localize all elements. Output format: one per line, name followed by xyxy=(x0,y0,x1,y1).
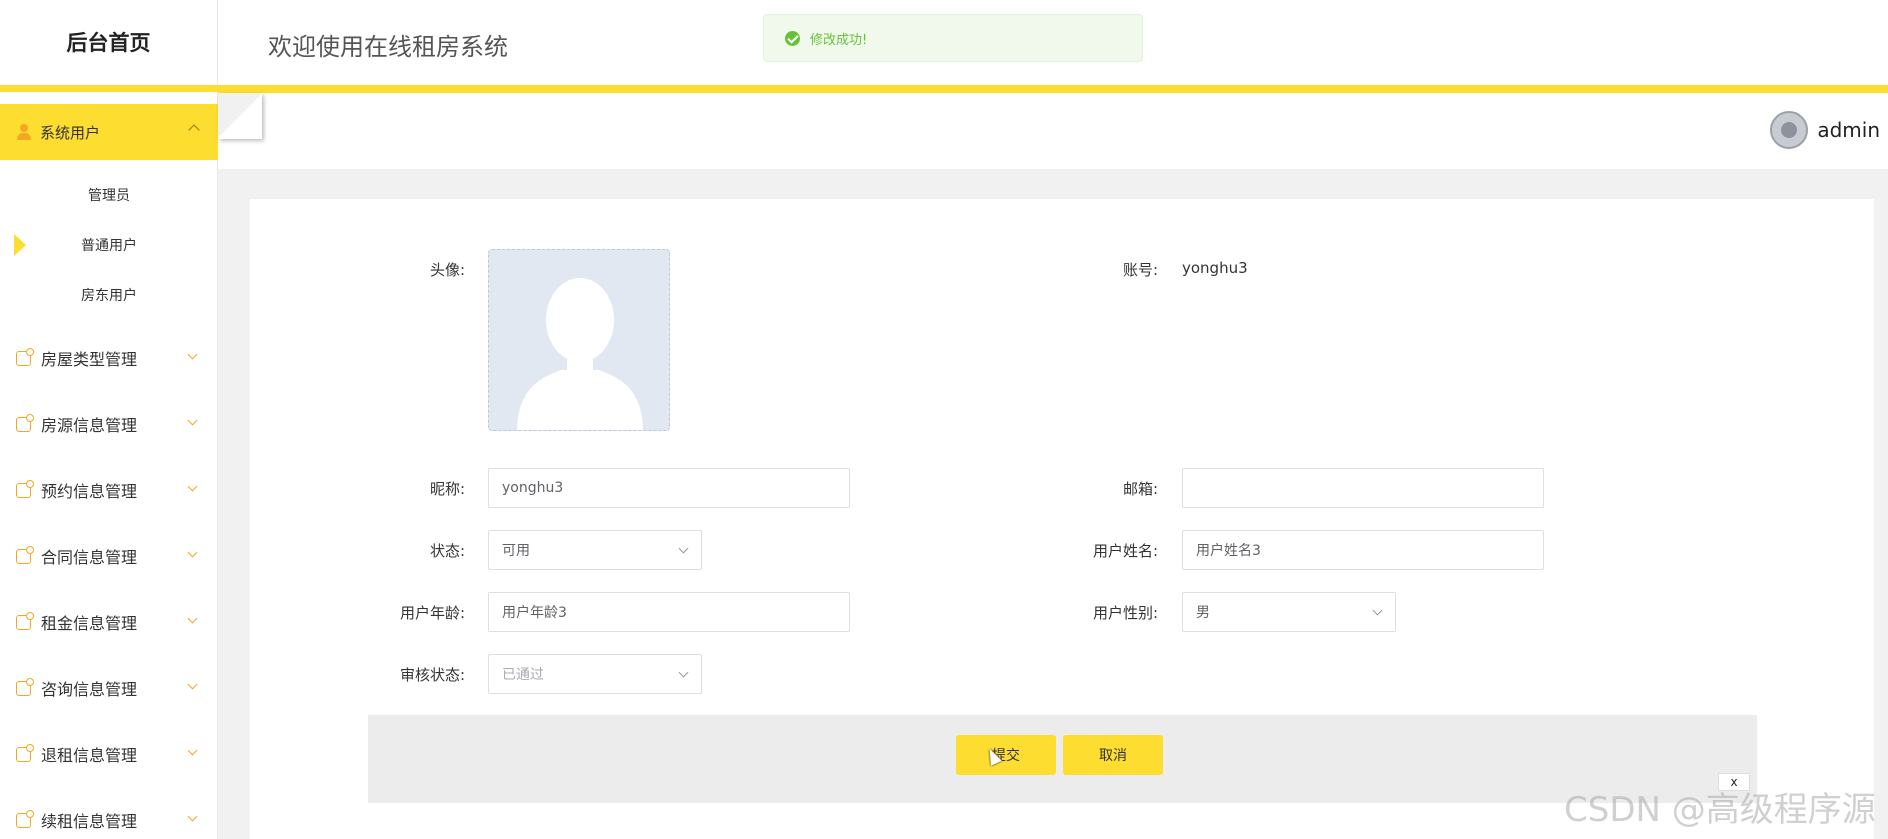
sidebar-item-label: 合同信息管理 xyxy=(41,548,138,567)
submenu-item-landlord[interactable]: 房东用户 xyxy=(0,275,218,315)
chevron-down-icon xyxy=(187,745,198,756)
sidebar-item-house-type[interactable]: 房屋类型管理 xyxy=(0,333,218,383)
menu-group-system-users[interactable]: 系统用户 xyxy=(0,104,218,160)
sidebar-item-label: 房屋类型管理 xyxy=(41,350,138,369)
chevron-up-icon xyxy=(188,124,200,136)
sidebar-item-label: 续租信息管理 xyxy=(41,812,138,831)
toast-message: 修改成功! xyxy=(810,32,868,48)
page-title: 欢迎使用在线租房系统 xyxy=(268,33,508,61)
chevron-down-icon xyxy=(187,349,198,360)
watermark: CSDN @高级程序源 xyxy=(1564,790,1876,830)
document-icon xyxy=(16,743,34,762)
sidebar-item-checkout[interactable]: 退租信息管理 xyxy=(0,729,218,779)
account-label: 账号: xyxy=(1122,261,1158,279)
sidebar: 后台首页 系统用户 管理员 普通用户 房东用户 房屋类型管理 房源信息管理 预约… xyxy=(0,0,218,839)
document-icon xyxy=(16,677,34,696)
document-icon xyxy=(16,809,34,828)
menu-group-label: 系统用户 xyxy=(40,123,101,142)
document-icon xyxy=(16,413,34,432)
realname-input[interactable]: 用户姓名3 xyxy=(1182,530,1544,570)
review-value: 已通过 xyxy=(502,667,544,683)
email-label: 邮箱: xyxy=(1122,480,1158,498)
admin-page: 后台首页 系统用户 管理员 普通用户 房东用户 房屋类型管理 房源信息管理 预约… xyxy=(0,0,1888,839)
user-icon xyxy=(16,124,32,140)
sub-header: admin xyxy=(218,93,1888,169)
document-icon xyxy=(16,479,34,498)
sidebar-item-label: 退租信息管理 xyxy=(41,746,138,765)
user-menu[interactable]: admin xyxy=(1770,111,1880,149)
document-icon xyxy=(16,347,34,366)
age-value: 用户年龄3 xyxy=(502,605,567,621)
avatar xyxy=(1770,111,1809,149)
chevron-down-icon xyxy=(187,547,198,558)
avatar-placeholder-icon xyxy=(517,278,643,430)
status-value: 可用 xyxy=(502,543,530,559)
sidebar-item-label: 预约信息管理 xyxy=(41,482,138,501)
email-field[interactable] xyxy=(1182,468,1544,508)
chevron-down-icon xyxy=(187,481,198,492)
sidebar-item-rent[interactable]: 租金信息管理 xyxy=(0,597,218,647)
user-form: 头像: 账号: yonghu3 昵称: yonghu3 邮箱: 状态: 可用 用… xyxy=(250,199,1874,839)
account-value: yonghu3 xyxy=(1182,259,1248,277)
sidebar-item-label: 房源信息管理 xyxy=(41,416,138,435)
sidebar-item-contract[interactable]: 合同信息管理 xyxy=(0,531,218,581)
review-select: 已通过 xyxy=(488,654,702,694)
check-circle-icon xyxy=(785,30,800,46)
realname-label: 用户姓名: xyxy=(1092,542,1158,560)
age-label: 用户年龄: xyxy=(399,604,465,622)
realname-value: 用户姓名3 xyxy=(1196,543,1261,559)
nickname-label: 昵称: xyxy=(429,480,465,498)
collapse-toggle-icon[interactable] xyxy=(218,93,262,139)
avatar-upload[interactable] xyxy=(488,249,670,431)
chevron-down-icon xyxy=(187,415,198,426)
submenu-item-normal-user[interactable]: 普通用户 xyxy=(0,225,218,265)
submenu-item-label: 房东用户 xyxy=(81,288,137,304)
sidebar-item-consult[interactable]: 咨询信息管理 xyxy=(0,663,218,713)
username: admin xyxy=(1817,118,1880,142)
chevron-down-icon xyxy=(187,613,198,624)
nickname-value: yonghu3 xyxy=(502,480,564,496)
chevron-down-icon xyxy=(678,543,689,554)
submenu-item-label: 管理员 xyxy=(88,188,130,204)
success-toast: 修改成功! xyxy=(763,14,1143,62)
submenu-item-label: 普通用户 xyxy=(81,238,137,254)
chevron-down-icon xyxy=(1372,605,1383,616)
sidebar-item-booking[interactable]: 预约信息管理 xyxy=(0,465,218,515)
form-actions: 提交 取消 xyxy=(368,715,1757,803)
chevron-down-icon xyxy=(678,667,689,678)
cancel-label: 取消 xyxy=(1099,748,1127,764)
header-stripe xyxy=(218,85,1888,93)
sidebar-item-label: 咨询信息管理 xyxy=(41,680,138,699)
logo[interactable]: 后台首页 xyxy=(0,0,217,90)
age-input[interactable]: 用户年龄3 xyxy=(488,592,850,632)
sidebar-item-renewal[interactable]: 续租信息管理 xyxy=(0,795,218,839)
gender-label: 用户性别: xyxy=(1092,604,1158,622)
avatar-label: 头像: xyxy=(429,261,465,279)
gender-select[interactable]: 男 xyxy=(1182,592,1396,632)
sidebar-item-listing[interactable]: 房源信息管理 xyxy=(0,399,218,449)
review-label: 审核状态: xyxy=(399,666,465,684)
submit-button[interactable]: 提交 xyxy=(956,735,1056,775)
cancel-button[interactable]: 取消 xyxy=(1063,735,1163,775)
submenu-item-admin[interactable]: 管理员 xyxy=(0,175,218,215)
status-select[interactable]: 可用 xyxy=(488,530,702,570)
chevron-down-icon xyxy=(187,811,198,822)
nickname-input[interactable]: yonghu3 xyxy=(488,468,850,508)
chevron-down-icon xyxy=(187,679,198,690)
document-icon xyxy=(16,545,34,564)
document-icon xyxy=(16,611,34,630)
sidebar-stripe xyxy=(0,85,218,92)
gender-value: 男 xyxy=(1196,605,1210,621)
status-label: 状态: xyxy=(429,542,465,560)
sidebar-item-label: 租金信息管理 xyxy=(41,614,138,633)
